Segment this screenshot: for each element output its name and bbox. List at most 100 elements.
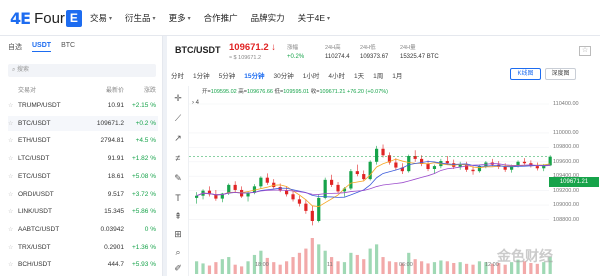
pen-icon[interactable]: ✎ [172,172,184,184]
favorite-star-icon[interactable]: ☆ [579,46,591,56]
fibonacci-icon[interactable]: ⊞ [172,228,184,240]
star-icon[interactable]: ☆ [8,155,18,162]
zoom-icon[interactable]: ⌕ [172,246,184,258]
trend-line-icon[interactable]: ⟋ [172,112,184,124]
market-price: 15.345 [104,208,124,216]
market-row[interactable]: ☆ BCH/USDT 444.7 +5.93 % [8,257,158,272]
timeframe-9[interactable]: 1月 [392,70,402,80]
nav-item-2[interactable]: 更多 ▾ [169,12,191,24]
star-icon[interactable]: ☆ [8,226,18,233]
header-price[interactable]: 最新价 [80,85,124,94]
star-icon[interactable]: ☆ [8,120,18,127]
candle-body [233,184,237,190]
ticker-price-value: 109671.2 [229,42,269,53]
header-change[interactable]: 涨跌 [124,85,156,94]
star-icon[interactable]: ☆ [8,208,18,215]
chevron-right-icon: › [192,100,194,106]
volume-bar [355,254,359,274]
market-tab-0[interactable]: 自选 [8,42,22,52]
market-price: 9.517 [107,190,124,198]
market-price: 10.91 [107,102,124,109]
measure-icon[interactable]: ⇞ [172,210,184,222]
market-row[interactable]: ☆ BTC/USDT 109671.2 +0.2 % [8,115,158,131]
candle-body [355,171,359,175]
market-row[interactable]: ☆ AABTC/USDT 0.03942 0 % [8,222,158,237]
volume-bar [304,248,308,274]
ray-line-icon[interactable]: ↗ [172,132,184,144]
volume-bar [452,262,456,274]
brand-logo[interactable]: 4E Four E [10,9,82,28]
ma-toggle[interactable]: › 4 [192,100,199,106]
market-row[interactable]: ☆ ETC/USDT 18.61 +5.08 % [8,169,158,184]
market-change: +1.36 % [131,243,156,251]
market-pair: BCH/USDT [18,261,52,269]
nav-item-4[interactable]: 品牌实力 [251,12,285,24]
high-label: 高= [238,89,247,95]
y-tick-label: 109000.00 [553,202,579,209]
market-search-input[interactable]: ⌕ 搜索 [8,64,156,77]
nav-item-1[interactable]: 衍生品 ▾ [125,12,156,24]
change-value: +76.20 [347,89,364,95]
volume-bar [458,262,462,274]
market-change: +5.93 % [131,261,156,269]
market-tab-2[interactable]: BTC [61,42,75,52]
timeframe-5[interactable]: 1小时 [303,70,320,80]
timeframe-6[interactable]: 4小时 [328,70,345,80]
market-tab-1[interactable]: USDT [32,42,52,52]
kline-view-button[interactable]: K线图 [510,68,541,80]
volume-bar [477,261,482,274]
market-row[interactable]: ☆ ORDI/USDT 9.517 +3.72 % [8,187,158,202]
timeframe-1[interactable]: 1分钟 [193,70,210,80]
nav-label: 衍生品 [125,13,151,23]
text-tool-icon[interactable]: T [172,192,184,204]
ruler-icon[interactable]: ✐ [172,262,184,274]
x-tick-label: 06:00 [399,262,413,268]
timeframe-8[interactable]: 1周 [373,70,383,80]
nav-label: 合作推广 [203,13,238,23]
ticker-stat-3: 24H量 15325.47 BTC [400,43,439,60]
market-pair: TRUMP/USDT [18,102,61,109]
candle-body [317,197,321,221]
candle-body [304,203,308,211]
market-row[interactable]: ☆ ETH/USDT 2794.81 +4.5 % [8,133,158,148]
volume-bar [362,259,366,274]
star-icon[interactable]: ☆ [8,173,18,180]
close-value: 109671.21 [319,89,346,95]
star-icon[interactable]: ☆ [8,191,18,198]
y-tick-label: 110000.00 [553,129,579,136]
timeframe-3[interactable]: 15分钟 [244,70,264,80]
market-row[interactable]: ☆ TRX/USDT 0.2901 +1.36 % [8,240,158,255]
star-icon[interactable]: ☆ [8,261,18,268]
x-tick-label: 11 [327,262,333,268]
star-icon[interactable]: ☆ [8,102,18,109]
volume-bar [310,238,314,274]
timeframe-4[interactable]: 30分钟 [273,70,293,80]
market-row[interactable]: ☆ TRUMP/USDT 10.91 +2.15 % [8,98,158,113]
crosshair-icon[interactable]: ✛ [172,92,184,104]
nav-item-3[interactable]: 合作推广 [204,12,238,24]
open-label: 开= [202,89,211,95]
market-change: +5.08 % [131,172,156,180]
timeframe-2[interactable]: 5分钟 [219,70,236,80]
market-change: +0.2 % [135,119,156,127]
candle-body [503,166,507,170]
star-icon[interactable]: ☆ [8,137,18,144]
stat-label: 24H高 [325,45,341,51]
volume-bar [349,252,353,274]
market-tabs: 自选 USDT BTC [8,42,75,52]
market-price: 18.61 [107,172,124,180]
volume-bar [285,261,289,274]
star-icon[interactable]: ☆ [8,244,18,251]
volume-bar [214,262,218,274]
depth-view-button[interactable]: 深度图 [545,68,576,80]
channel-icon[interactable]: ≠ [172,152,184,164]
candle-body [432,166,437,169]
header-pair[interactable]: 交易对 [18,85,80,94]
timeframe-7[interactable]: 1天 [354,70,364,80]
nav-item-5[interactable]: 关于4E ▾ [298,12,330,24]
market-row[interactable]: ☆ LTC/USDT 91.91 +1.82 % [8,151,158,166]
timeframe-0[interactable]: 分时 [171,70,184,80]
nav-item-0[interactable]: 交易 ▾ [90,12,112,24]
market-row[interactable]: ☆ LINK/USDT 15.345 +5.86 % [8,204,158,219]
nav-label: 关于4E [297,13,326,23]
